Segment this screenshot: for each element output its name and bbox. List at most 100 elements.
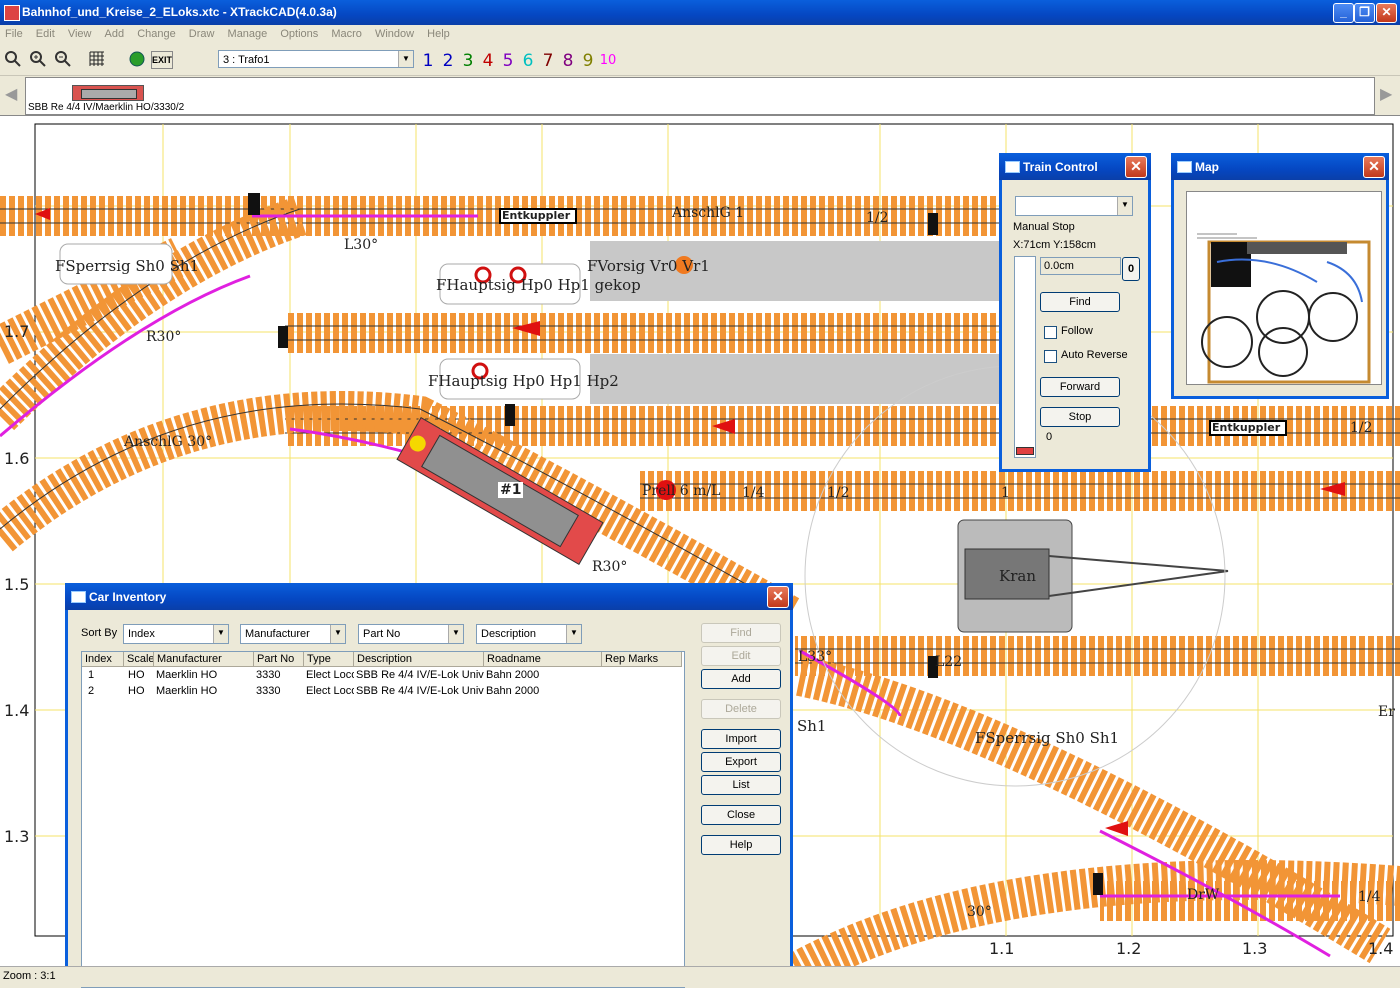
hotbar-right-arrow-icon[interactable]: ▶ — [1380, 84, 1392, 104]
menu-file[interactable]: File — [0, 25, 28, 40]
speed-slider-thumb[interactable] — [1016, 447, 1034, 455]
signal-label: FSperrsig Sh0 Sh1 — [975, 729, 1120, 747]
train-select[interactable]: ▼ — [1015, 196, 1133, 216]
track-label: 1/2 — [866, 210, 889, 226]
track-label: Er — [1378, 704, 1395, 720]
zoom-in-icon[interactable] — [28, 49, 48, 69]
menu-help[interactable]: Help — [422, 25, 455, 40]
chevron-down-icon: ▼ — [566, 625, 581, 643]
follow-checkbox[interactable] — [1044, 326, 1057, 339]
run-icon[interactable] — [127, 49, 147, 69]
reset-distance-button[interactable]: 0 — [1122, 257, 1140, 281]
inventory-add-button[interactable]: Add — [701, 669, 781, 689]
layer-button-8[interactable]: 8 — [559, 51, 577, 71]
signal-label: FSperrsig Sh0 Sh1 — [55, 257, 200, 275]
menu-draw[interactable]: Draw — [184, 25, 220, 40]
layer-select[interactable]: 3 : Trafo1 ▼ — [218, 50, 414, 68]
layer-button-10[interactable]: 10 — [599, 51, 617, 71]
inventory-close-button[interactable]: Close — [701, 805, 781, 825]
inventory-help-button[interactable]: Help — [701, 835, 781, 855]
layer-select-value: 3 : Trafo1 — [223, 54, 270, 66]
layer-button-7[interactable]: 7 — [539, 51, 557, 71]
menu-manage[interactable]: Manage — [223, 25, 273, 40]
chevron-down-icon: ▼ — [213, 625, 228, 643]
menu-macro[interactable]: Macro — [326, 25, 367, 40]
menu-add[interactable]: Add — [100, 25, 130, 40]
inventory-edit-button[interactable]: Edit — [701, 646, 781, 666]
sort-4-select[interactable]: Description ▼ — [476, 624, 582, 644]
toolbar: EXIT 3 : Trafo1 ▼ — [0, 45, 1400, 76]
chevron-down-icon: ▼ — [330, 625, 345, 643]
sort-2-select[interactable]: Manufacturer ▼ — [240, 624, 346, 644]
inventory-list-button[interactable]: List — [701, 775, 781, 795]
hotbar-left-arrow-icon[interactable]: ◀ — [5, 84, 17, 104]
track-label: 1/4 — [1358, 889, 1381, 905]
menu-window[interactable]: Window — [370, 25, 419, 40]
column-header[interactable]: Index — [82, 652, 124, 667]
layer-button-5[interactable]: 5 — [499, 51, 517, 71]
close-icon[interactable]: ✕ — [1125, 156, 1147, 178]
layer-button-1[interactable]: 1 — [419, 51, 437, 71]
track-label: 1/4 — [742, 485, 765, 501]
speed-slider[interactable] — [1014, 256, 1036, 458]
menu-options[interactable]: Options — [275, 25, 323, 40]
menu-change[interactable]: Change — [132, 25, 181, 40]
grid-icon[interactable] — [87, 49, 107, 69]
inventory-export-button[interactable]: Export — [701, 752, 781, 772]
map-titlebar: Map ✕ — [1171, 153, 1389, 180]
title-bar: Bahnhof_und_Kreise_2_ELoks.xtc - XTrackC… — [0, 0, 1400, 25]
sort-3-select[interactable]: Part No ▼ — [358, 624, 464, 644]
menu-edit[interactable]: Edit — [31, 25, 60, 40]
hotbar: ◀ SBB Re 4/4 IV/Maerklin HO/3330/2 ▶ — [0, 76, 1400, 115]
signal-label: FVorsig Vr0 Vr1 — [587, 257, 710, 275]
column-header[interactable]: Manufacturer — [154, 652, 254, 667]
layer-button-4[interactable]: 4 — [479, 51, 497, 71]
close-button[interactable]: ✕ — [1376, 3, 1397, 23]
ruler-y-label: 1.4 — [4, 701, 30, 720]
table-row[interactable]: 1 HO Maerklin HO 3330 Elect Loco SBB Re … — [82, 668, 682, 682]
zoom-icon[interactable] — [3, 49, 23, 69]
close-icon[interactable]: ✕ — [767, 586, 789, 608]
track-label: AnschlG 30° — [124, 434, 213, 450]
ruler-y-label: 1.7 — [4, 322, 30, 341]
inventory-import-button[interactable]: Import — [701, 729, 781, 749]
cell-scale: HO — [128, 685, 145, 697]
layer-button-9[interactable]: 9 — [579, 51, 597, 71]
maximize-button[interactable]: ❐ — [1354, 3, 1375, 23]
menu-view[interactable]: View — [63, 25, 97, 40]
track-label: 1/2 — [1350, 420, 1373, 436]
table-row[interactable]: 2 HO Maerklin HO 3330 Elect Loco SBB Re … — [82, 684, 682, 698]
track-label: L30° — [344, 237, 379, 253]
track-label: AnschlG 1 — [672, 205, 745, 221]
loco-number-label[interactable]: #1 — [498, 482, 524, 498]
column-header[interactable]: Scale — [124, 652, 154, 667]
find-button[interactable]: Find — [1040, 292, 1120, 312]
inventory-delete-button[interactable]: Delete — [701, 699, 781, 719]
cell-part-no: 3330 — [256, 669, 281, 681]
inventory-find-button[interactable]: Find — [701, 623, 781, 643]
layer-button-6[interactable]: 6 — [519, 51, 537, 71]
zoom-out-icon[interactable] — [53, 49, 73, 69]
column-header[interactable]: Type — [304, 652, 354, 667]
layer-button-2[interactable]: 2 — [439, 51, 457, 71]
cell-description: SBB Re 4/4 IV/E-Lok Univ — [356, 685, 484, 697]
minimize-button[interactable]: _ — [1333, 3, 1354, 23]
car-inventory-dialog: Car Inventory ✕ Sort By Index ▼ Manufact… — [65, 583, 793, 988]
map-view[interactable] — [1186, 191, 1382, 385]
distance-field[interactable]: 0.0cm — [1040, 257, 1121, 275]
auto-reverse-checkbox[interactable] — [1044, 350, 1057, 363]
close-icon[interactable]: ✕ — [1363, 156, 1385, 178]
column-header[interactable]: Roadname — [484, 652, 602, 667]
hotbar-loco-thumbnail[interactable] — [72, 85, 144, 101]
forward-button[interactable]: Forward — [1040, 377, 1120, 397]
train-control-titlebar: Train Control ✕ — [999, 153, 1151, 180]
column-header[interactable]: Description — [354, 652, 484, 667]
column-header[interactable]: Rep Marks — [602, 652, 682, 667]
car-list[interactable]: Index Scale Manufacturer Part No Type De… — [81, 651, 685, 988]
column-header[interactable]: Part No — [254, 652, 304, 667]
sort-1-select[interactable]: Index ▼ — [123, 624, 229, 644]
car-inventory-titlebar: Car Inventory ✕ — [65, 583, 793, 610]
exit-button[interactable]: EXIT — [151, 51, 173, 69]
layer-button-3[interactable]: 3 — [459, 51, 477, 71]
stop-button[interactable]: Stop — [1040, 407, 1120, 427]
